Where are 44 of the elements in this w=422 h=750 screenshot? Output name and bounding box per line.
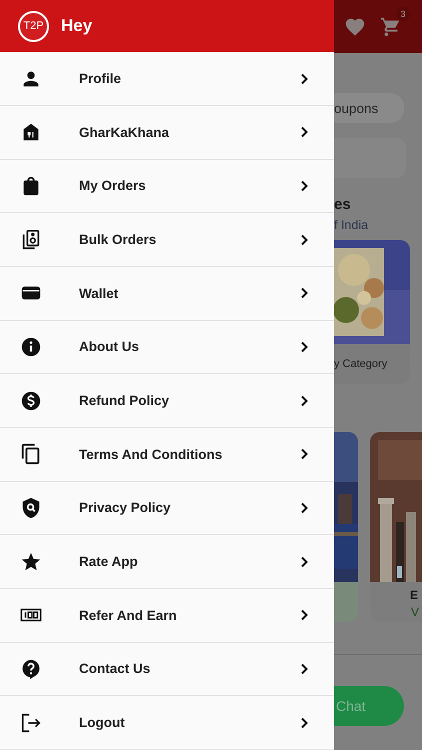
menu-label: Refund Policy [79,393,170,408]
menu-item[interactable]: Wallet [0,266,334,321]
dollar-icon [20,390,42,412]
menu-label: Rate App [79,554,139,570]
logo: T2P [18,10,49,42]
menu-item[interactable]: Refund Policy [0,374,334,428]
shield-search-icon [20,496,42,519]
menu-item[interactable]: About Us [0,320,334,374]
section-title: es [334,196,352,213]
menu-label: Terms And Conditions [79,446,224,462]
menu-item[interactable]: Bulk Orders [0,213,334,267]
menu-label: About Us [79,339,140,354]
place-subtitle: V [410,605,419,619]
menu-label: Refer And Earn [79,608,178,623]
section-subtitle: f India [334,218,370,232]
menu-label: Bulk Orders [79,232,158,248]
coupons-chip[interactable]: oupons [334,93,404,123]
help-icon [20,658,42,680]
category-card[interactable]: y Category [334,240,410,384]
stacked-cards-icon [20,228,42,251]
logout-icon [20,712,42,734]
copy-icon [20,443,42,466]
menu-label: Profile [79,71,122,86]
menu-item[interactable]: GharKaKhana [0,106,334,160]
menu-item[interactable]: Rate App [0,535,334,589]
menu-label: Contact Us [79,661,152,676]
place-card[interactable] [334,432,358,622]
category-label: y Category [334,358,388,370]
greeting-title: Hey [61,16,92,36]
info-icon [20,336,42,358]
star-icon [20,550,42,573]
menu-label: Logout [79,715,126,730]
menu-label: My Orders [79,178,147,194]
menu-item[interactable]: My Orders [0,160,334,214]
menu-item[interactable]: Privacy Policy [0,482,334,536]
place-title: E [410,588,418,602]
menu-item[interactable]: Refer And Earn [0,588,334,643]
menu-label: Wallet [79,286,120,301]
menu-label: GharKaKhana [79,124,170,140]
cart-badge: 3 [396,6,410,20]
cart-icon[interactable] [380,16,402,38]
menu-item[interactable]: Contact Us [0,642,334,696]
menu-label: Privacy Policy [79,500,172,516]
menu-item[interactable]: Terms And Conditions [0,428,334,482]
